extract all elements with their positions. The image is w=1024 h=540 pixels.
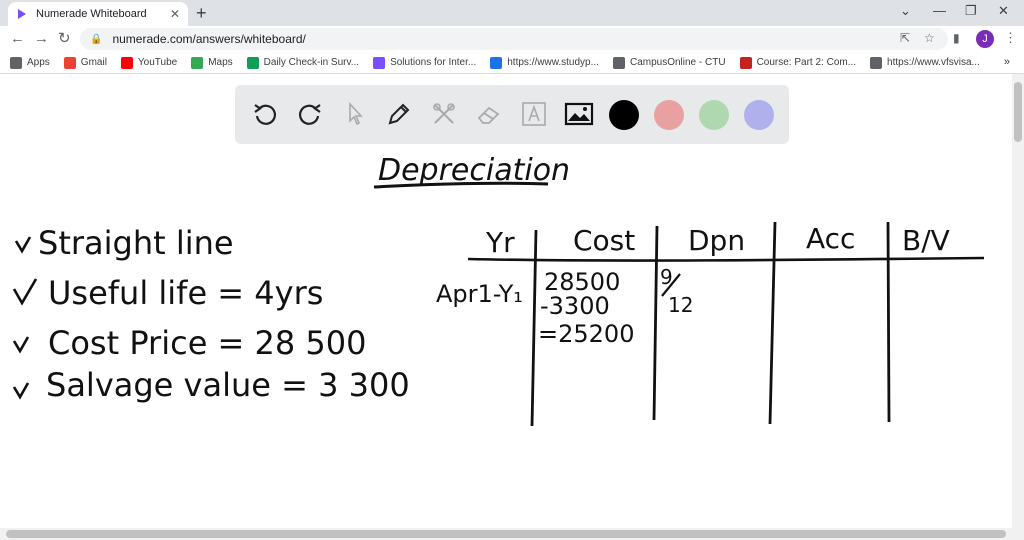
gmail-icon bbox=[63, 56, 76, 69]
table-header-bv: B/V bbox=[902, 224, 950, 257]
maps-icon bbox=[191, 56, 204, 69]
checkmark-icon bbox=[12, 278, 38, 306]
back-icon[interactable]: ← bbox=[10, 29, 25, 49]
bookmark-daily-checkin[interactable]: Daily Check-in Surv... bbox=[246, 56, 359, 69]
course-icon bbox=[739, 56, 752, 69]
table-header-cost: Cost bbox=[573, 224, 635, 257]
vertical-scrollbar[interactable] bbox=[1012, 74, 1024, 528]
tab-strip: Numerade Whiteboard ✕ + ⌄ — ❐ ✕ bbox=[0, 0, 1024, 26]
bookmark-vfsvisa[interactable]: https://www.vfsvisa... bbox=[870, 56, 980, 69]
apps-grid-icon bbox=[10, 56, 22, 69]
checkmark-icon bbox=[14, 236, 32, 254]
dpn-denominator: 12 bbox=[668, 293, 693, 317]
bookmark-maps[interactable]: Maps bbox=[191, 56, 233, 69]
cost-line-3: =25200 bbox=[538, 320, 634, 348]
checkmark-icon bbox=[12, 382, 30, 400]
globe-icon bbox=[870, 56, 883, 69]
cost-line-2: -3300 bbox=[540, 292, 610, 320]
forms-icon bbox=[246, 56, 259, 69]
bookmark-campusonline[interactable]: CampusOnline - CTU bbox=[612, 56, 726, 69]
row-year: Apr1-Y₁ bbox=[436, 280, 523, 308]
checkmark-icon bbox=[12, 336, 30, 354]
numerade-logo-icon bbox=[18, 9, 26, 19]
table-header-dpn: Dpn bbox=[688, 224, 745, 257]
table-header-yr: Yr bbox=[485, 226, 515, 259]
note-salvage-value: Salvage value = 3 300 bbox=[46, 366, 410, 404]
note-useful-life: Useful life = 4yrs bbox=[48, 274, 323, 312]
handwritten-notes: Depreciation Straight line Useful life =… bbox=[12, 153, 985, 427]
table-header-line bbox=[467, 256, 985, 262]
tab-title: Numerade Whiteboard bbox=[36, 8, 147, 20]
restore-button[interactable]: ❐ bbox=[965, 3, 977, 19]
url-text: numerade.com/answers/whiteboard/ bbox=[112, 32, 306, 46]
bookmark-studyp[interactable]: https://www.studyp... bbox=[490, 56, 599, 69]
browser-toolbar: ← → ↻ 🔒 numerade.com/answers/whiteboard/… bbox=[0, 26, 1024, 52]
minimize-button[interactable]: — bbox=[933, 3, 946, 18]
numerade-icon bbox=[373, 56, 386, 69]
table-column-divider bbox=[768, 221, 777, 425]
share-icon[interactable]: ⇱ bbox=[900, 31, 910, 45]
table-header-acc: Acc bbox=[806, 222, 855, 255]
horizontal-scroll-thumb[interactable] bbox=[6, 530, 1006, 538]
note-cost-price: Cost Price = 28 500 bbox=[48, 324, 367, 362]
forward-icon[interactable]: → bbox=[34, 29, 49, 49]
bookmark-course[interactable]: Course: Part 2: Com... bbox=[739, 56, 856, 69]
whiteboard-canvas[interactable]: Depreciation Straight line Useful life =… bbox=[0, 74, 1012, 528]
note-method: Straight line bbox=[38, 224, 234, 262]
close-window-button[interactable]: ✕ bbox=[998, 3, 1009, 19]
close-tab-icon[interactable]: ✕ bbox=[170, 7, 180, 21]
bookmarks-bar: Apps Gmail YouTube Maps Daily Check-in S… bbox=[0, 52, 1024, 74]
bookmark-youtube[interactable]: YouTube bbox=[120, 56, 177, 69]
new-tab-button[interactable]: + bbox=[196, 3, 207, 23]
table-column-divider bbox=[652, 225, 659, 421]
menu-icon[interactable]: ⋮ bbox=[1004, 30, 1017, 46]
table-column-divider bbox=[886, 221, 891, 423]
bookmark-star-icon[interactable]: ☆ bbox=[924, 31, 935, 45]
vertical-scroll-thumb[interactable] bbox=[1014, 82, 1022, 142]
more-bookmarks-icon[interactable]: » bbox=[1004, 56, 1010, 68]
bookmark-solutions[interactable]: Solutions for Inter... bbox=[373, 56, 476, 69]
side-panel-icon[interactable]: ▮ bbox=[953, 31, 960, 45]
address-bar[interactable]: 🔒 numerade.com/answers/whiteboard/ bbox=[80, 28, 948, 50]
tab-whiteboard[interactable]: Numerade Whiteboard ✕ bbox=[8, 2, 188, 26]
reload-icon[interactable]: ↻ bbox=[58, 29, 71, 49]
tab-search-icon[interactable]: ⌄ bbox=[900, 3, 911, 19]
bookmark-gmail[interactable]: Gmail bbox=[63, 56, 107, 69]
youtube-icon bbox=[120, 56, 133, 69]
horizontal-scrollbar[interactable] bbox=[0, 528, 1024, 540]
lock-icon: 🔒 bbox=[90, 33, 103, 45]
profile-avatar[interactable]: J bbox=[976, 30, 994, 48]
studyp-icon bbox=[490, 56, 503, 69]
globe-icon bbox=[612, 56, 625, 69]
bookmark-apps[interactable]: Apps bbox=[10, 56, 50, 69]
